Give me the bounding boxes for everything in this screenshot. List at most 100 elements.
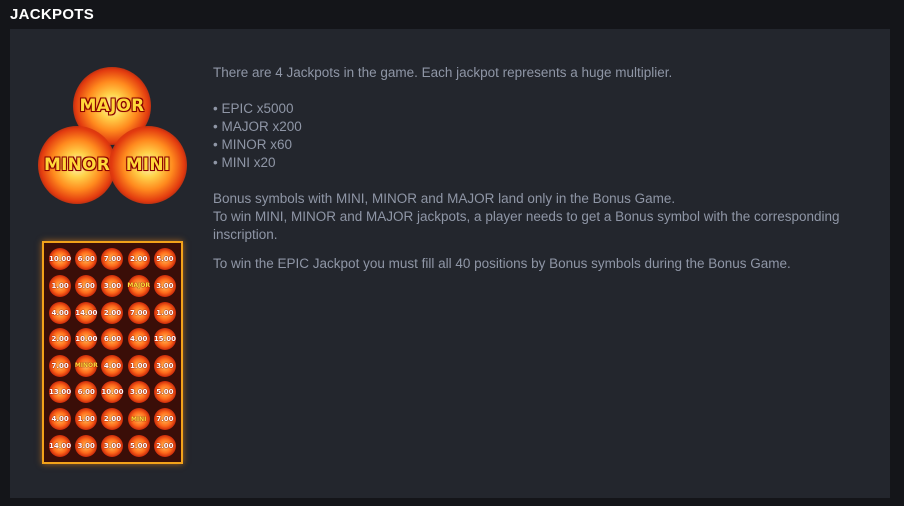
symbol-value: 3.00	[130, 388, 148, 397]
symbol-value: 4.00	[130, 335, 148, 344]
grid-cell: 6.00	[73, 379, 99, 406]
grid-cell: 1.00	[73, 406, 99, 433]
grid-cell: 2.00	[152, 432, 178, 459]
symbol-value: 6.00	[103, 335, 122, 344]
grid-cell: 3.00	[73, 432, 99, 459]
grid-cell: MAJOR	[126, 273, 152, 300]
bonus-symbol: 2.00	[153, 434, 176, 457]
bonus-symbol: 3.00	[153, 274, 176, 297]
bonus-symbol: 4.00	[49, 301, 72, 324]
jackpot-symbol: MINOR	[74, 354, 98, 377]
bonus-symbol: 6.00	[75, 381, 98, 404]
symbol-value: 7.00	[130, 308, 148, 317]
symbol-value: 6.00	[77, 255, 95, 264]
minor-jackpot-badge: MINOR	[38, 126, 116, 204]
bonus-symbol: 4.00	[127, 328, 150, 351]
grid-cell: 5.00	[126, 432, 152, 459]
bonus-symbol: 3.00	[153, 354, 176, 377]
symbol-value: 10.00	[49, 255, 72, 264]
grid-cell: 5.00	[73, 273, 99, 300]
major-label: MAJOR	[79, 96, 145, 116]
grid-cell: 2.00	[126, 246, 152, 273]
bonus-symbol: 2.00	[101, 408, 124, 431]
grid-cell: 6.00	[99, 326, 125, 353]
grid-cell: 14.00	[47, 432, 73, 459]
bonus-symbol: 1.00	[153, 301, 176, 324]
grid-cell: 1.00	[126, 353, 152, 380]
symbol-value: 2.00	[156, 441, 174, 450]
symbol-value: 5.00	[156, 388, 174, 397]
bonus-symbol: 13.00	[49, 381, 72, 404]
grid-cell: MINOR	[73, 353, 99, 380]
grid-cell: 4.00	[99, 353, 125, 380]
bonus-symbol: 1.00	[127, 354, 150, 377]
grid-cell: 1.00	[152, 299, 178, 326]
mini-jackpot-badge: MINI	[109, 126, 187, 204]
symbol-value: 2.00	[51, 335, 69, 344]
bonus-symbol: 10.00	[75, 328, 98, 351]
bonus-symbol: 15.00	[153, 328, 176, 351]
symbol-value: 1.00	[51, 281, 69, 290]
bonus-symbol: 7.00	[101, 248, 124, 271]
symbol-value: 2.00	[103, 415, 122, 424]
grid-cell: 4.00	[47, 406, 73, 433]
grid-cell: 10.00	[47, 246, 73, 273]
epic-rule-text: To win the EPIC Jackpot you must fill al…	[213, 256, 791, 271]
symbol-value: 14.00	[75, 308, 98, 317]
grid-cell: 7.00	[47, 353, 73, 380]
bonus-symbol: 3.00	[127, 381, 150, 404]
grid-cell: 4.00	[126, 326, 152, 353]
symbol-value: 1.00	[77, 415, 95, 424]
bonus-symbol: 5.00	[75, 274, 98, 297]
symbol-value: 1.00	[156, 308, 174, 317]
symbol-value: 15.00	[153, 335, 176, 344]
grid-cell: 5.00	[152, 246, 178, 273]
section-title: JACKPOTS	[10, 6, 95, 23]
symbol-value: MINI	[130, 415, 147, 423]
grid-cell: 10.00	[73, 326, 99, 353]
jackpot-symbol: MAJOR	[127, 274, 150, 297]
symbol-value: 5.00	[77, 281, 95, 290]
grid-cell: 7.00	[126, 299, 152, 326]
symbol-value: 3.00	[103, 281, 122, 290]
grid-cell: 6.00	[73, 246, 99, 273]
intro-text: There are 4 Jackpots in the game. Each j…	[213, 65, 673, 80]
bonus-symbol: 14.00	[49, 434, 71, 457]
bonus-line-1: Bonus symbols with MINI, MINOR and MAJOR…	[213, 191, 676, 206]
grid-cell: 15.00	[152, 326, 178, 353]
symbol-value: 10.00	[75, 335, 98, 344]
bonus-symbol: 6.00	[101, 328, 124, 351]
bonus-symbol: 10.00	[49, 248, 72, 271]
multiplier-mini: • MINI x20	[213, 155, 276, 170]
symbol-value: 4.00	[51, 415, 69, 424]
grid-cell: 10.00	[99, 379, 125, 406]
grid-cell: 1.00	[47, 273, 73, 300]
bonus-symbol: 1.00	[75, 408, 98, 431]
bonus-symbol: 2.00	[127, 248, 150, 271]
grid-cell: 3.00	[152, 273, 178, 300]
bonus-symbol: 7.00	[153, 408, 176, 431]
symbol-value: 5.00	[156, 255, 174, 264]
bonus-symbol: 7.00	[49, 354, 72, 377]
symbol-value: 2.00	[103, 308, 122, 317]
grid-cell: MINI	[126, 406, 152, 433]
bonus-symbol: 3.00	[101, 434, 124, 457]
bonus-symbol: 4.00	[101, 354, 124, 377]
symbol-value: 13.00	[49, 388, 72, 397]
symbol-value: 3.00	[103, 441, 122, 450]
grid-cell: 13.00	[47, 379, 73, 406]
symbol-value: MINOR	[74, 362, 98, 370]
grid-cell: 2.00	[99, 406, 125, 433]
grid-cell: 3.00	[152, 353, 178, 380]
grid-cell: 14.00	[73, 299, 99, 326]
grid-cell: 2.00	[47, 326, 73, 353]
bonus-symbol: 4.00	[49, 408, 72, 431]
symbol-value: 3.00	[156, 361, 174, 370]
symbol-value: 10.00	[101, 388, 124, 397]
bonus-symbol: 1.00	[49, 274, 72, 297]
grid-cell: 7.00	[99, 246, 125, 273]
symbol-value: 6.00	[77, 388, 95, 397]
bonus-symbol: 5.00	[127, 434, 150, 457]
grid-cell: 7.00	[152, 406, 178, 433]
symbol-value: 1.00	[130, 361, 148, 370]
